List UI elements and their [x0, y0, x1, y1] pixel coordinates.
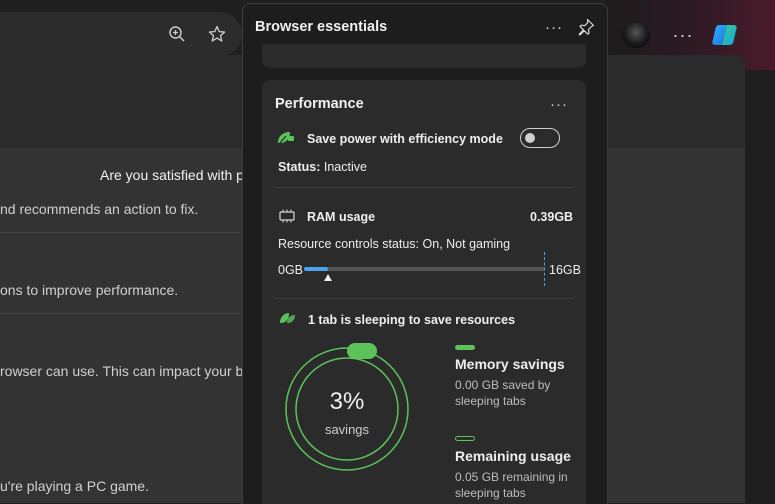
efficiency-mode-toggle[interactable] — [520, 128, 560, 148]
browser-essentials-panel: Browser essentials ··· Performance ··· S… — [242, 3, 608, 504]
savings-caption: savings — [324, 422, 370, 437]
favorite-star-icon[interactable] — [206, 23, 228, 45]
savings-ring: 3% savings — [283, 340, 411, 490]
efficiency-mode-label: Save power with efficiency mode — [307, 132, 503, 146]
savings-percent: 3% — [329, 388, 365, 415]
settings-text: nd recommends an action to fix. — [0, 201, 199, 217]
savings-arc — [347, 343, 377, 359]
settings-text: rowser can use. This can impact your bro… — [0, 363, 266, 379]
resource-controls-status: Resource controls status: On, Not gaming — [278, 237, 510, 251]
performance-title: Performance — [275, 96, 364, 112]
settings-more-button[interactable]: ··· — [670, 22, 696, 48]
ram-usage-label: RAM usage — [307, 210, 376, 224]
resource-controls-value: On, Not gaming — [422, 237, 511, 251]
profile-avatar[interactable] — [622, 22, 650, 48]
sleeping-tabs-label: 1 tab is sleeping to save resources — [308, 313, 516, 327]
remaining-usage-desc: sleeping tabs — [455, 486, 526, 500]
ram-max-label: 16GB — [549, 263, 581, 277]
performance-more-button[interactable]: ··· — [547, 94, 571, 114]
performance-card: Performance ··· Save power with efficien… — [262, 80, 586, 504]
leaf-battery-icon — [276, 130, 296, 151]
ram-max-marker — [544, 252, 545, 286]
ram-min-label: 0GB — [278, 263, 304, 277]
ram-usage-bar — [304, 267, 545, 271]
sleeping-leaf-icon — [279, 311, 297, 330]
remaining-usage-desc: 0.05 GB remaining in — [455, 470, 568, 484]
ram-usage-fill — [304, 267, 328, 271]
remaining-usage-title: Remaining usage — [455, 448, 571, 464]
panel-more-button[interactable]: ··· — [543, 16, 565, 38]
remaining-usage-legend-swatch — [455, 436, 475, 441]
settings-divider — [0, 232, 240, 233]
status-label: Status: — [278, 160, 321, 174]
ram-usage-value: 0.39GB — [530, 210, 574, 224]
previous-card — [262, 44, 586, 68]
copilot-icon[interactable] — [710, 20, 742, 50]
settings-divider — [0, 313, 240, 314]
zoom-in-icon[interactable] — [166, 23, 188, 45]
section-divider — [274, 298, 574, 299]
memory-savings-legend-swatch — [455, 345, 475, 350]
panel-title: Browser essentials — [255, 19, 388, 35]
efficiency-status: Status: Inactive — [278, 160, 367, 174]
ram-threshold-marker — [324, 274, 332, 281]
status-value: Inactive — [323, 160, 367, 174]
section-divider — [274, 187, 574, 188]
memory-savings-title: Memory savings — [455, 356, 565, 372]
memory-savings-desc: 0.00 GB saved by — [455, 378, 551, 392]
feedback-question: Are you satisfied with pe — [100, 167, 252, 183]
settings-text: ons to improve performance. — [0, 282, 179, 298]
toggle-knob — [525, 132, 535, 143]
ram-chip-icon — [278, 209, 296, 228]
resource-controls-label: Resource controls status: — [278, 237, 420, 251]
pin-icon[interactable] — [575, 16, 597, 38]
memory-savings-desc: sleeping tabs — [455, 394, 526, 408]
settings-text: u're playing a PC game. — [0, 478, 149, 494]
